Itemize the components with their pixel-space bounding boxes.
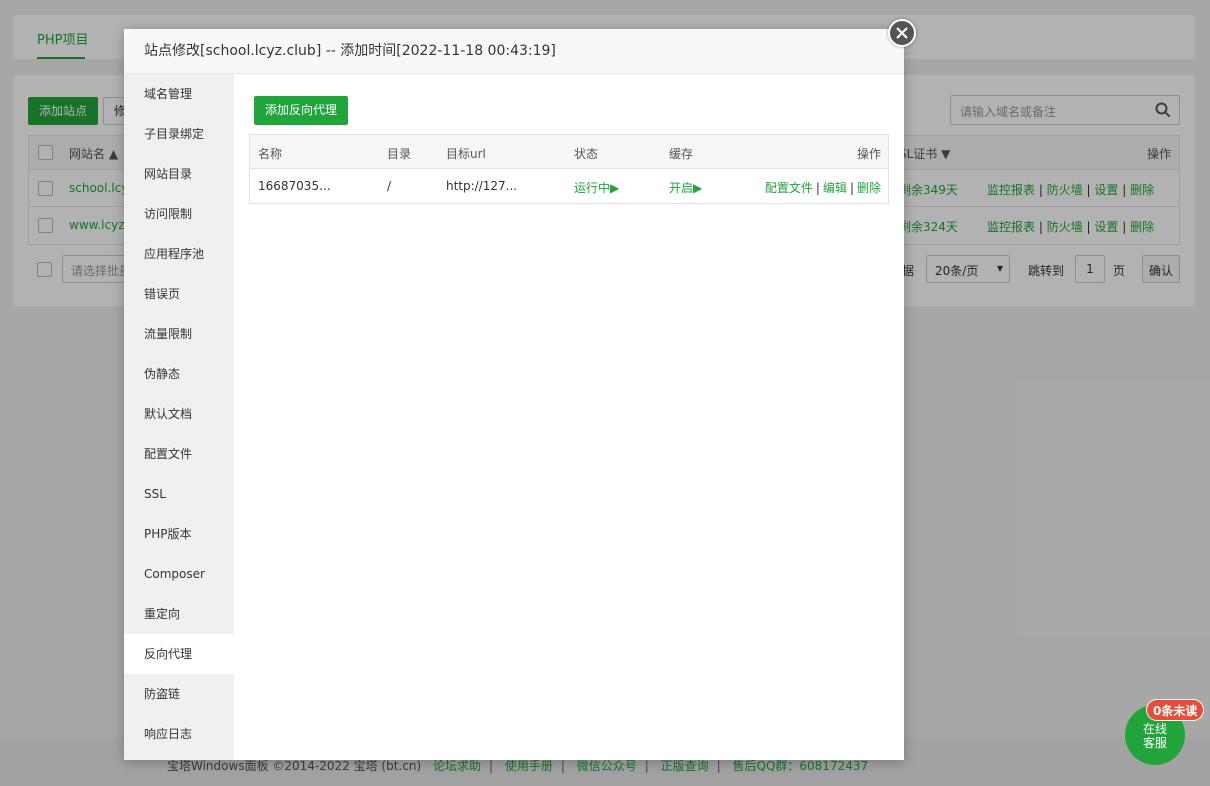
chat-label-line1: 在线 — [1142, 722, 1167, 736]
sidebar-item-reverse-proxy[interactable]: 反向代理 — [124, 634, 234, 674]
edit-link[interactable]: 编辑 — [823, 181, 847, 195]
delete-link[interactable]: 删除 — [857, 181, 881, 195]
sidebar-item-domain[interactable]: 域名管理 — [124, 74, 234, 114]
sidebar-item-config-file[interactable]: 配置文件 — [124, 434, 234, 474]
modal-sidebar: 域名管理 子目录绑定 网站目录 访问限制 应用程序池 错误页 流量限制 伪静态 … — [124, 74, 234, 760]
chat-label-line2: 客服 — [1142, 736, 1167, 750]
modal-title: 站点修改[school.lcyz.club] -- 添加时间[2022-11-1… — [124, 29, 904, 74]
sidebar-item-response-log[interactable]: 响应日志 — [124, 714, 234, 754]
sidebar-item-default-doc[interactable]: 默认文档 — [124, 394, 234, 434]
proxy-status-toggle[interactable]: 运行中▶ — [574, 179, 619, 196]
close-icon — [896, 27, 908, 39]
reverse-proxy-content: 添加反向代理 名称 目录 目标url 状态 缓存 操作 16687035... … — [234, 74, 904, 760]
sidebar-item-access-limit[interactable]: 访问限制 — [124, 194, 234, 234]
table-row: 16687035... / http://127... 运行中▶ 开启▶ 配置文… — [250, 169, 888, 203]
col-status: 状态 — [574, 147, 599, 161]
proxy-table: 名称 目录 目标url 状态 缓存 操作 16687035... / http:… — [249, 134, 889, 204]
proxy-name: 16687035... — [258, 179, 331, 193]
proxy-target-url: http://127... — [446, 179, 518, 193]
col-target-url: 目标url — [446, 147, 486, 161]
proxy-table-header: 名称 目录 目标url 状态 缓存 操作 — [250, 135, 888, 169]
sidebar-item-app-pool[interactable]: 应用程序池 — [124, 234, 234, 274]
proxy-cache-toggle[interactable]: 开启▶ — [669, 179, 702, 196]
sidebar-item-ssl[interactable]: SSL — [124, 474, 234, 514]
proxy-dir: / — [387, 179, 392, 193]
col-dir: 目录 — [387, 147, 412, 161]
sidebar-item-site-dir[interactable]: 网站目录 — [124, 154, 234, 194]
sidebar-item-rewrite[interactable]: 伪静态 — [124, 354, 234, 394]
col-ops: 操作 — [856, 147, 881, 161]
sidebar-item-traffic-limit[interactable]: 流量限制 — [124, 314, 234, 354]
sidebar-item-subdir-binding[interactable]: 子目录绑定 — [124, 114, 234, 154]
sidebar-item-php-version[interactable]: PHP版本 — [124, 514, 234, 554]
col-name: 名称 — [258, 147, 283, 161]
col-cache: 缓存 — [669, 147, 694, 161]
unread-badge: 0条未读 — [1146, 699, 1205, 721]
sidebar-item-hotlink[interactable]: 防盗链 — [124, 674, 234, 714]
site-edit-modal: 站点修改[school.lcyz.club] -- 添加时间[2022-11-1… — [124, 29, 904, 760]
close-button[interactable] — [888, 19, 916, 47]
sidebar-item-redirect[interactable]: 重定向 — [124, 594, 234, 634]
sidebar-item-composer[interactable]: Composer — [124, 554, 234, 594]
proxy-ops: 配置文件 | 编辑 | 删除 — [764, 181, 881, 195]
sidebar-item-error-page[interactable]: 错误页 — [124, 274, 234, 314]
add-reverse-proxy-button[interactable]: 添加反向代理 — [254, 96, 348, 125]
config-file-link[interactable]: 配置文件 — [765, 181, 813, 195]
